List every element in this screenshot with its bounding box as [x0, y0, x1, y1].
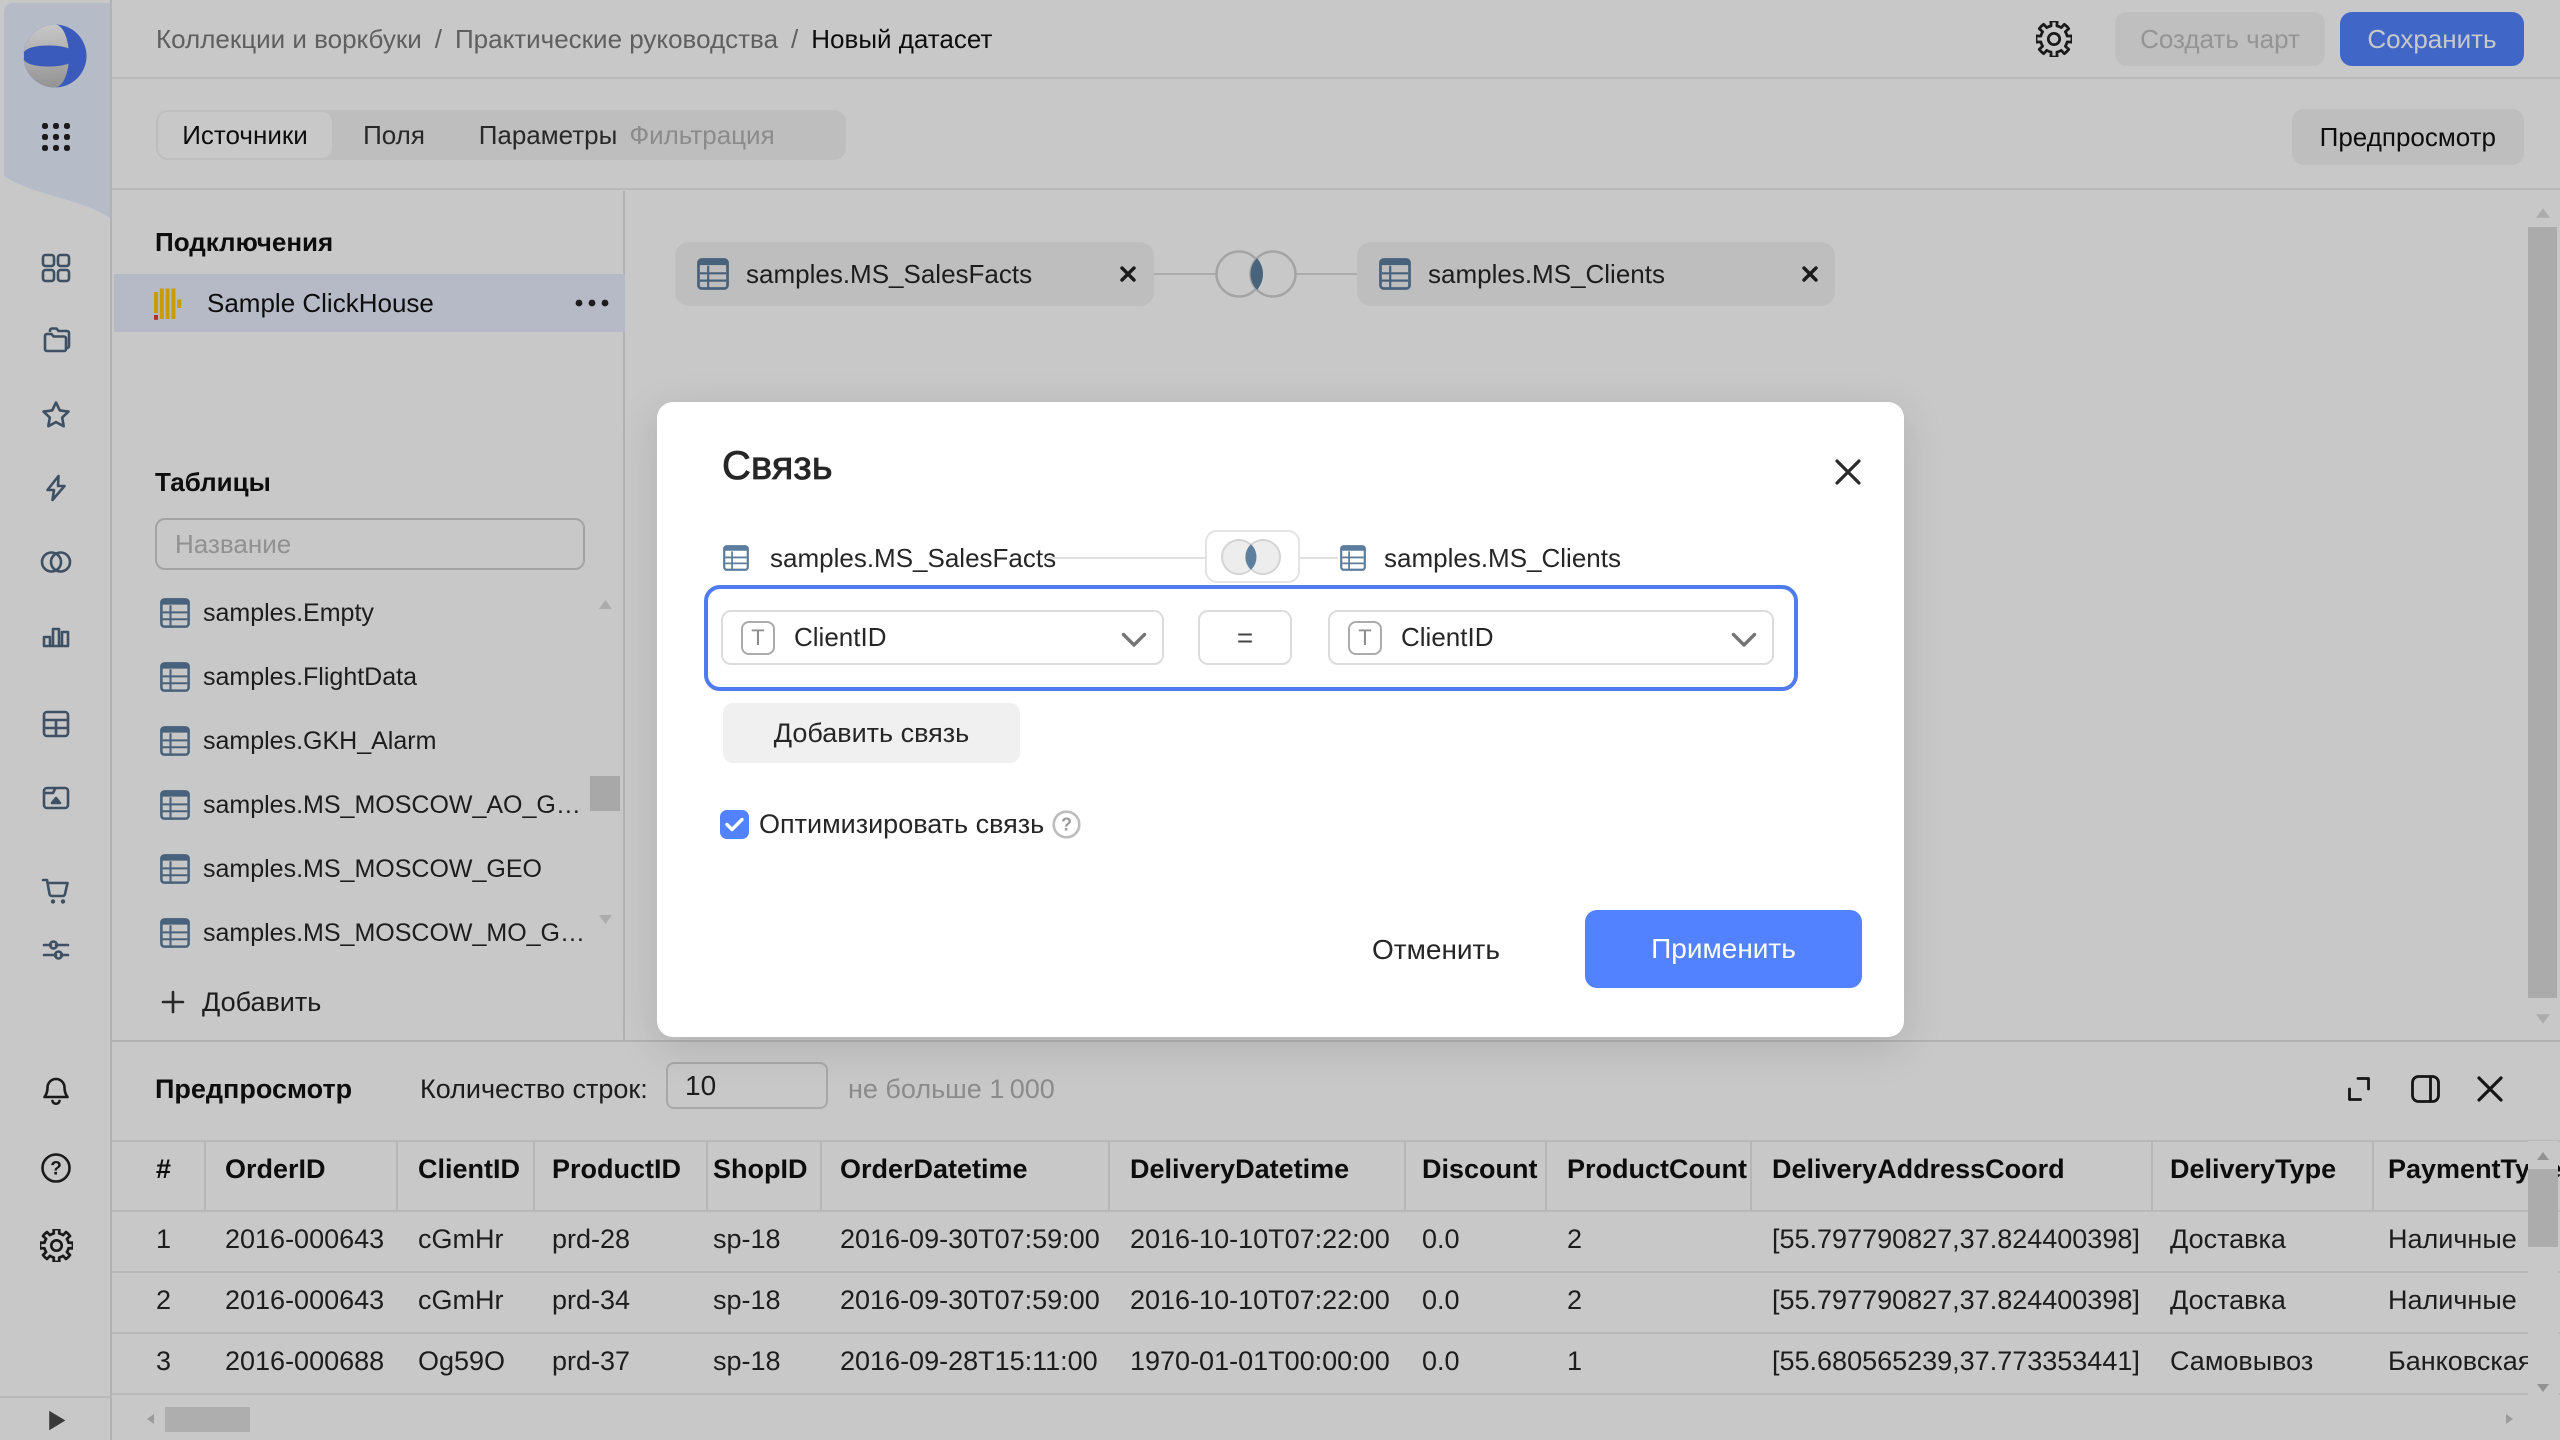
svg-text:?: ?	[1061, 815, 1072, 835]
